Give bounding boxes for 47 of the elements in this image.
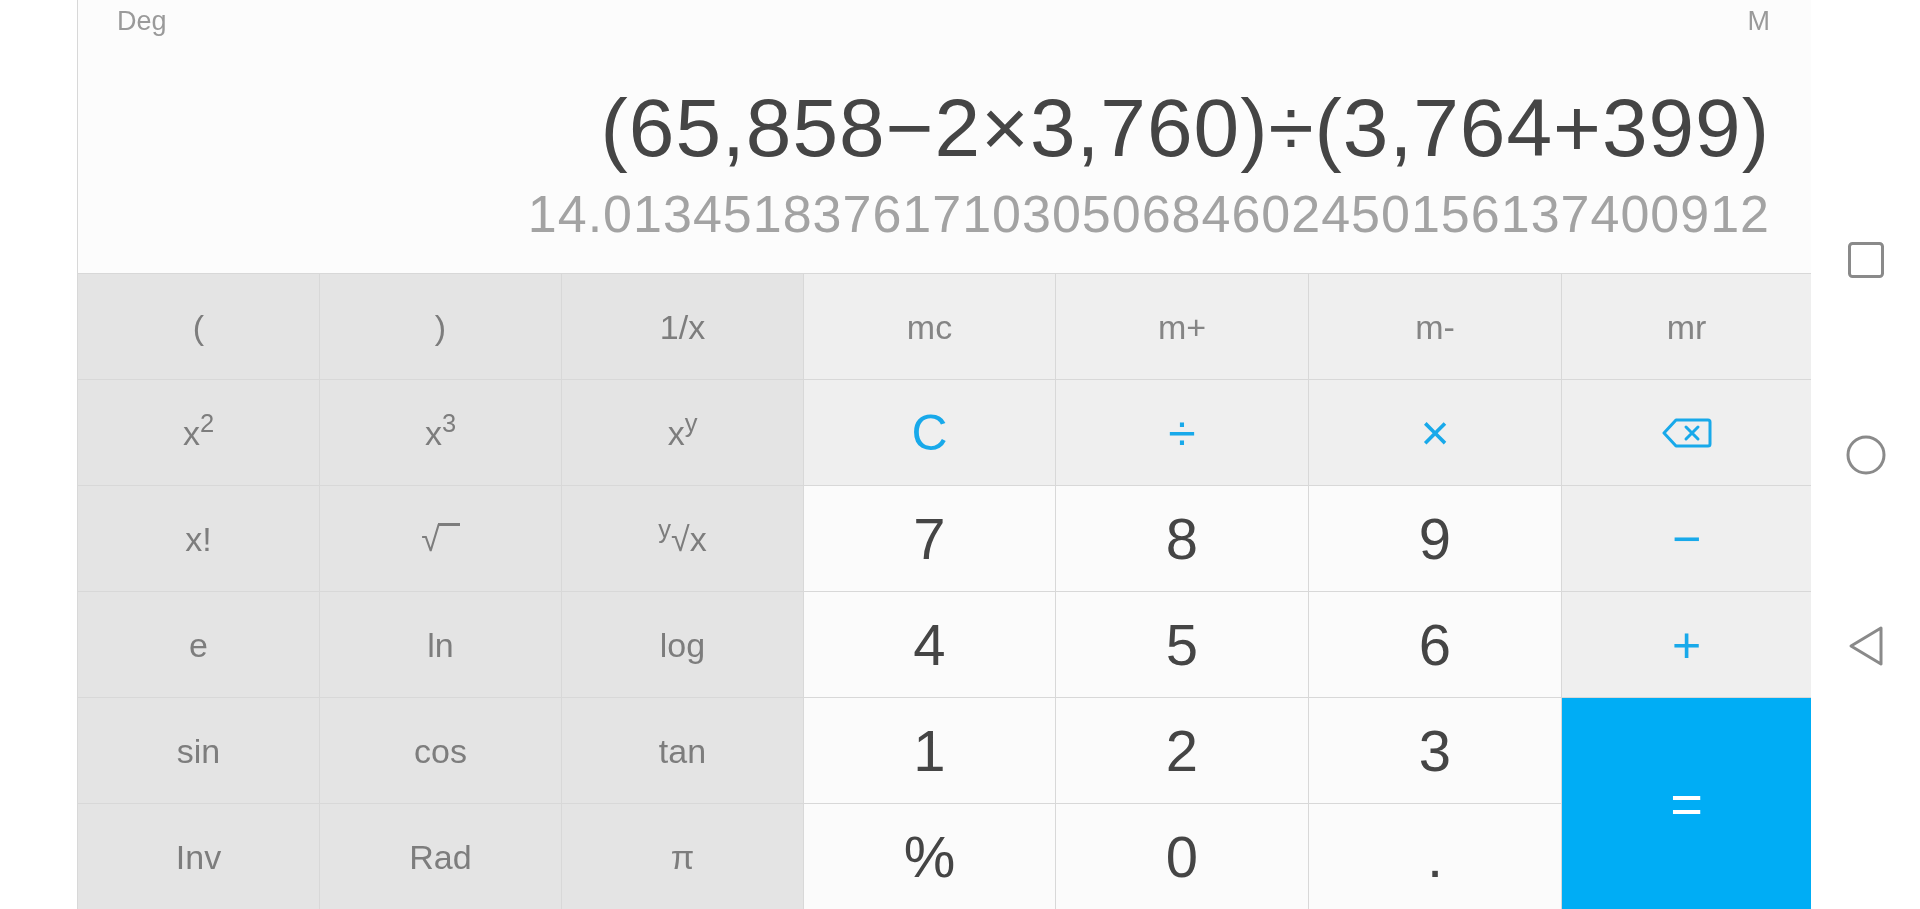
back-icon[interactable] [1847,625,1884,667]
memory-key[interactable]: mc [804,274,1055,379]
function-key[interactable]: ( [78,274,319,379]
digit-key[interactable]: 9 [1309,486,1561,591]
function-key[interactable]: 1/x [562,274,803,379]
function-key[interactable]: x$^{2}$ [78,380,319,485]
memory-key[interactable]: m+ [1056,274,1308,379]
function-key[interactable]: sin [78,698,319,803]
function-key[interactable]: cos [320,698,561,803]
digit-key[interactable]: 0 [1056,804,1308,909]
digit-key[interactable]: 1 [804,698,1055,803]
operator-key[interactable]: − [1562,486,1811,591]
digit-key[interactable]: 4 [804,592,1055,697]
digit-key[interactable]: 3 [1309,698,1561,803]
backspace-icon [1661,417,1712,448]
function-key[interactable]: tan [562,698,803,803]
function-key[interactable]: $^{y}$√x [562,486,803,591]
function-key[interactable]: ln [320,592,561,697]
memory-key[interactable]: m- [1309,274,1561,379]
function-key[interactable]: x! [78,486,319,591]
circle-icon[interactable] [1845,435,1886,475]
memory-key[interactable]: mr [1562,274,1811,379]
function-key[interactable]: π [562,804,803,909]
angle-mode-label: Deg [117,8,167,35]
memory-indicator: M [1747,8,1770,35]
result-text: 14.013451837617103050684602450156137400912 [527,188,1770,240]
function-key[interactable]: ) [320,274,561,379]
square-root-key[interactable]: √ [320,486,561,591]
digit-key[interactable]: 8 [1056,486,1308,591]
operator-key[interactable]: × [1309,380,1561,485]
digit-key[interactable]: 2 [1056,698,1308,803]
digit-key[interactable]: 5 [1056,592,1308,697]
digit-key[interactable]: 6 [1309,592,1561,697]
square-icon[interactable] [1847,242,1884,278]
function-key[interactable]: e [78,592,319,697]
digit-key[interactable]: . [1309,804,1561,909]
equals-key[interactable]: = [1562,698,1811,909]
digit-key[interactable]: % [804,804,1055,909]
digit-key[interactable]: 7 [804,486,1055,591]
function-key[interactable]: log [562,592,803,697]
function-key[interactable]: Rad [320,804,561,909]
operator-key[interactable]: ÷ [1056,380,1308,485]
operator-key[interactable]: C [804,380,1055,485]
function-key[interactable]: x$^{3}$ [320,380,561,485]
function-key[interactable]: Inv [78,804,319,909]
operator-key[interactable]: + [1562,592,1811,697]
function-key[interactable]: x$^{y}$ [562,380,803,485]
